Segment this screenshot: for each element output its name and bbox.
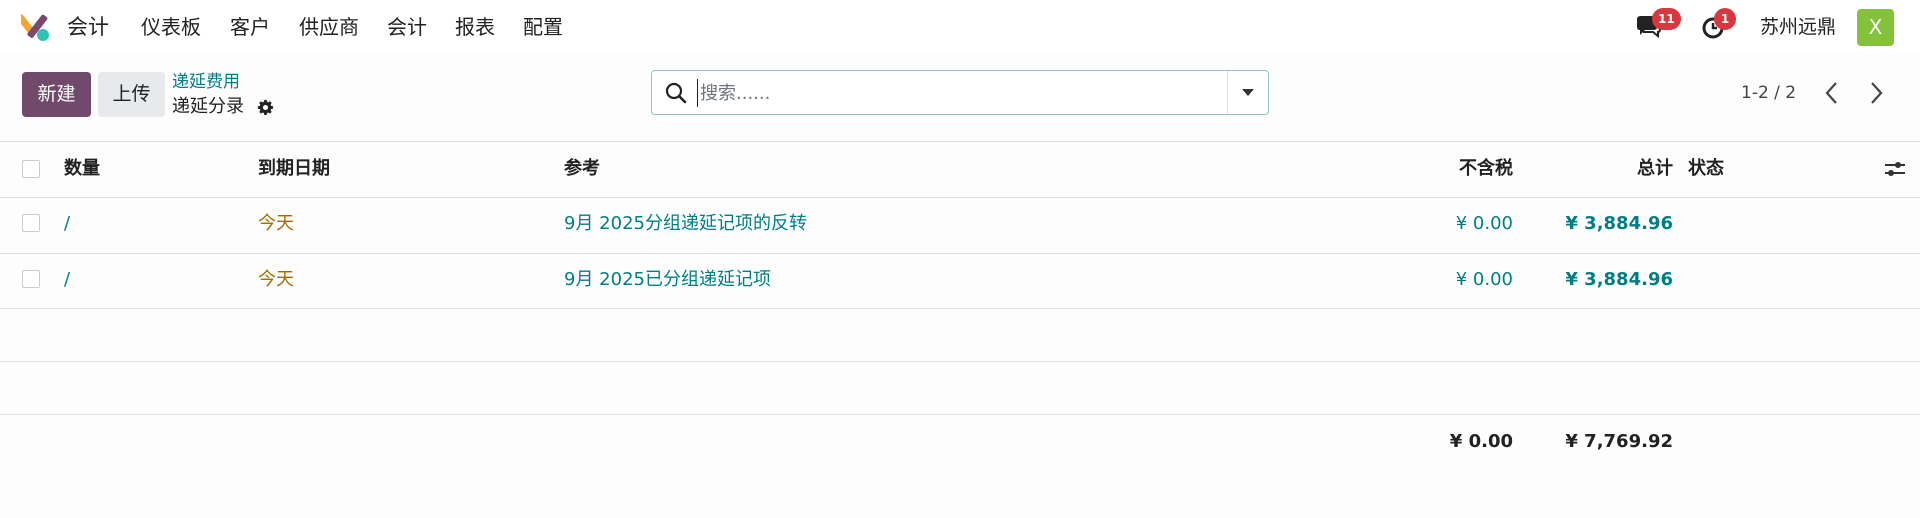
row-checkbox[interactable] [22,270,40,288]
column-header-status[interactable]: 状态 [1688,157,1724,181]
divider [0,361,1920,362]
new-button[interactable]: 新建 [22,72,91,117]
select-all-checkbox[interactable] [22,160,40,178]
search-bar [651,70,1269,115]
breadcrumb-current: 递延分录 [172,96,244,117]
messages-badge: 11 [1652,8,1681,30]
upload-button[interactable]: 上传 [98,72,165,117]
cell-number[interactable]: / [64,268,70,292]
user-avatar[interactable]: X [1857,9,1894,46]
cell-untaxed[interactable]: ¥ 0.00 [1400,212,1513,236]
divider [0,253,1920,254]
row-checkbox[interactable] [22,214,40,232]
divider [0,197,1920,198]
footer-untaxed-sum: ¥ 0.00 [1449,431,1513,452]
search-icon [665,82,687,104]
chevron-right-icon[interactable] [1866,80,1886,106]
pager-value[interactable]: 1-2 / 2 [1741,82,1796,104]
gear-icon[interactable] [257,99,274,116]
footer-total-sum: ¥ 7,769.92 [1565,431,1673,452]
top-navbar: 会计 仪表板 客户 供应商 会计 报表 配置 11 1 苏州远鼎 X [0,0,1920,54]
divider [0,141,1920,142]
cell-due-date[interactable]: 今天 [258,212,294,236]
column-header-total[interactable]: 总计 [1590,157,1673,181]
cell-total[interactable]: ¥ 3,884.96 [1540,212,1673,236]
breadcrumb-parent[interactable]: 递延费用 [172,71,240,93]
column-header-untaxed[interactable]: 不含税 [1430,157,1513,181]
search-options-toggle[interactable] [1227,71,1268,114]
menu-vendors[interactable]: 供应商 [299,14,359,40]
cell-due-date[interactable]: 今天 [258,268,294,292]
cell-number[interactable]: / [64,212,70,236]
menu-customers[interactable]: 客户 [230,14,270,40]
menu-accounting[interactable]: 会计 [387,14,427,40]
chevron-left-icon[interactable] [1822,80,1842,106]
app-name[interactable]: 会计 [67,14,109,40]
cell-untaxed[interactable]: ¥ 0.00 [1400,268,1513,292]
menu-dashboard[interactable]: 仪表板 [141,14,201,40]
divider [0,414,1920,415]
menu-configuration[interactable]: 配置 [523,14,563,40]
activities-badge: 1 [1714,8,1736,30]
caret-down-icon [1242,89,1254,96]
column-header-quantity[interactable]: 数量 [64,157,100,181]
app-logo-icon[interactable] [21,12,51,42]
company-switcher[interactable]: 苏州远鼎 [1760,14,1836,40]
cell-total[interactable]: ¥ 3,884.96 [1540,268,1673,292]
menu-reports[interactable]: 报表 [455,14,495,40]
column-header-due-date[interactable]: 到期日期 [258,157,330,181]
cell-reference[interactable]: 9月 2025已分组递延记项 [564,268,771,292]
search-input[interactable] [697,79,1200,107]
settings-sliders-icon[interactable] [1884,159,1906,179]
divider [0,308,1920,309]
cell-reference[interactable]: 9月 2025分组递延记项的反转 [564,212,807,236]
column-header-reference[interactable]: 参考 [564,157,600,181]
